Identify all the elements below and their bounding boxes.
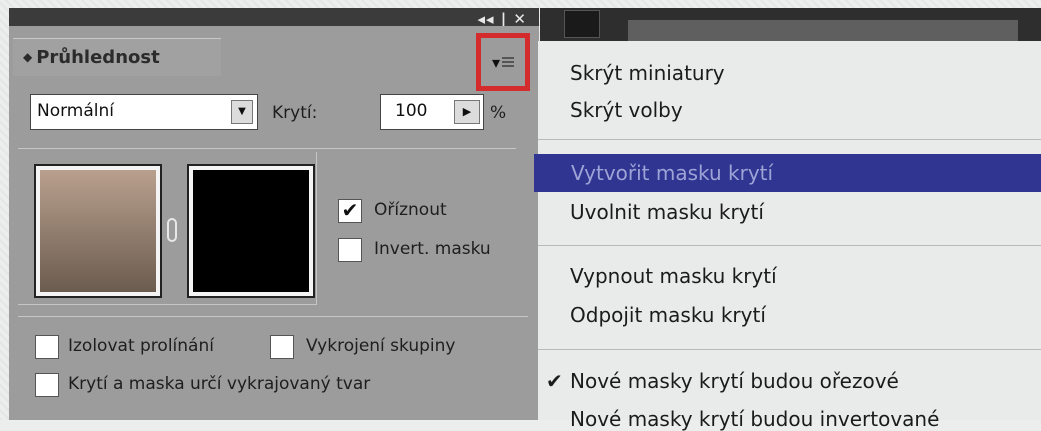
tab-label: Průhlednost	[36, 47, 160, 68]
menu-item-hide-options[interactable]: Skrýt volby	[570, 98, 683, 122]
invert-mask-label: Invert. masku	[374, 239, 491, 259]
blend-mode-value: Normální	[37, 101, 115, 121]
clip-label: Oříznout	[374, 200, 447, 220]
invert-mask-checkbox[interactable]	[338, 238, 362, 262]
panel-flyout-menu: Skrýt miniatury Skrýt volby Vytvořit mas…	[534, 41, 1041, 431]
tab-transparency[interactable]: ◆ Průhlednost	[13, 38, 221, 76]
app-toolbar-strip	[540, 8, 1041, 44]
divider	[18, 316, 528, 317]
menu-separator	[538, 139, 1041, 140]
play-arrow-icon[interactable]: ▶	[454, 100, 480, 124]
menu-item-release-opacity-mask[interactable]: Uvolnit masku krytí	[570, 200, 764, 224]
chevron-down-icon[interactable]: ▼	[231, 100, 253, 124]
menu-item-disable-opacity-mask[interactable]: Vypnout masku krytí	[570, 264, 777, 288]
opacity-mask-knockout-checkbox[interactable]	[35, 373, 59, 397]
opacity-mask-knockout-label: Krytí a maska určí vykrajovaný tvar	[68, 374, 371, 394]
isolate-blending-label: Izolovat prolínání	[68, 336, 214, 356]
tab-collapse-icon[interactable]: ◆	[23, 50, 32, 64]
artwork-thumbnail[interactable]	[34, 164, 162, 298]
opacity-value: 100	[395, 101, 428, 121]
tool-icon[interactable]	[564, 10, 600, 38]
menu-separator	[538, 245, 1041, 246]
divider	[18, 148, 516, 149]
isolate-blending-checkbox[interactable]	[35, 335, 59, 359]
menu-item-unlink-opacity-mask[interactable]: Odpojit masku krytí	[570, 303, 766, 327]
mask-thumbnail[interactable]	[187, 164, 315, 298]
menu-lines-icon	[502, 57, 515, 67]
chevron-down-icon: ▾	[491, 52, 501, 72]
menu-item-make-opacity-mask[interactable]: Vytvořit masku krytí	[534, 154, 1041, 192]
menu-item-new-masks-inverted[interactable]: Nové masky krytí budou invertované	[570, 407, 939, 431]
blend-mode-select[interactable]: Normální ▼	[30, 94, 258, 130]
checkmark-icon: ✔	[546, 369, 563, 393]
knockout-group-label: Vykrojení skupiny	[306, 336, 456, 356]
clip-checkbox[interactable]: ✔	[338, 199, 362, 223]
panel-menu-button[interactable]: ▾	[476, 33, 530, 91]
menu-separator	[538, 349, 1041, 350]
link-icon[interactable]	[167, 218, 177, 242]
opacity-input[interactable]: 100 ▶	[380, 94, 484, 130]
knockout-group-checkbox[interactable]	[270, 335, 294, 359]
opacity-unit: %	[490, 103, 507, 123]
opacity-label: Krytí:	[272, 103, 318, 123]
menu-item-hide-thumbnails[interactable]: Skrýt miniatury	[570, 61, 725, 85]
menu-item-new-masks-clipping[interactable]: Nové masky krytí budou ořezové	[570, 369, 899, 393]
